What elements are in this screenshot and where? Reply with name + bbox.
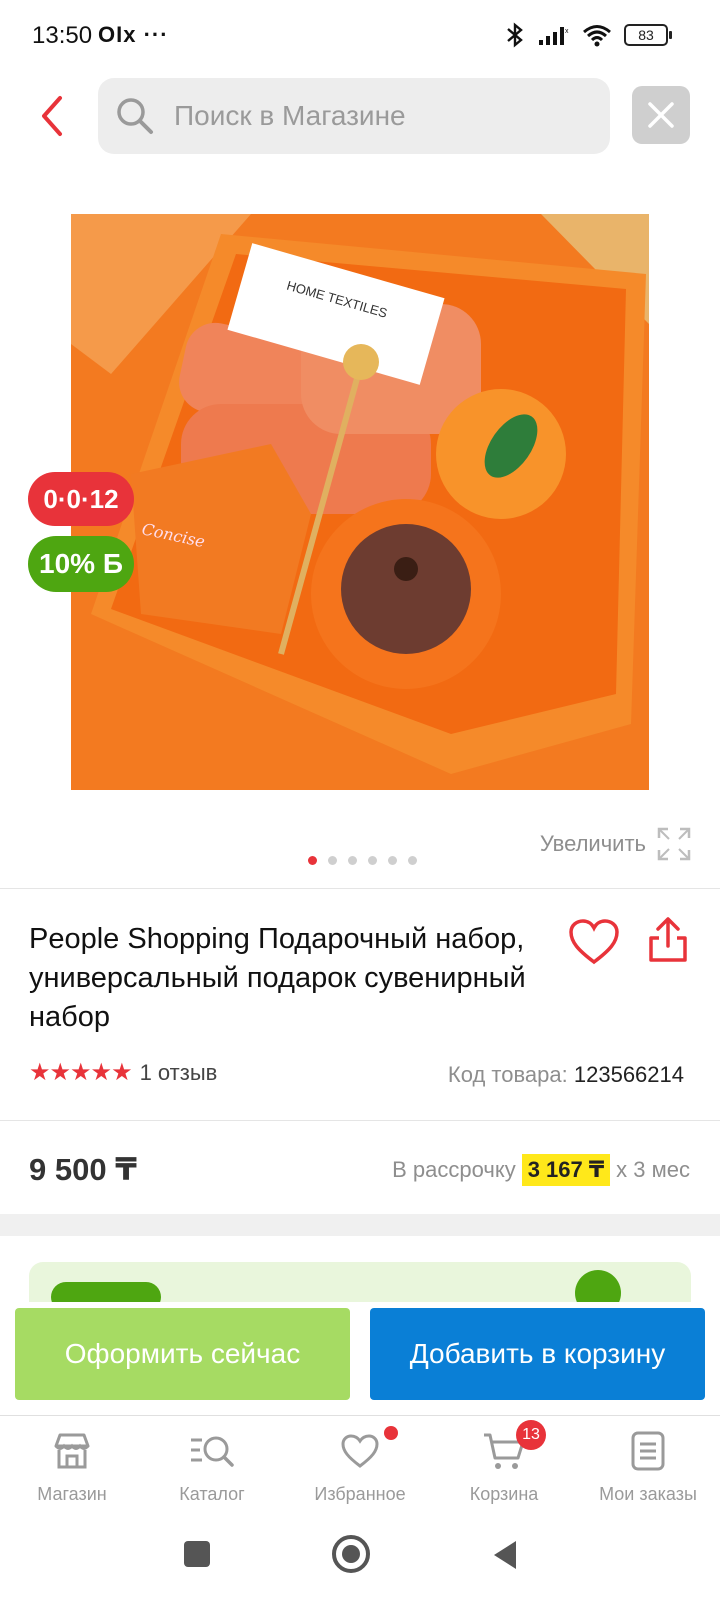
- heart-icon: [341, 1434, 379, 1468]
- nav-label: Корзина: [469, 1484, 539, 1504]
- favorites-notification-dot: [384, 1426, 398, 1440]
- search-input[interactable]: [174, 100, 574, 132]
- recent-apps-button[interactable]: [184, 1541, 210, 1567]
- installment-info[interactable]: В рассрочку 3 167 ₸ х 3 мес: [392, 1154, 690, 1186]
- battery-indicator: 83: [624, 24, 672, 46]
- promo-banner[interactable]: [29, 1262, 691, 1302]
- share-button[interactable]: [646, 916, 690, 964]
- add-to-cart-button[interactable]: Добавить в корзину: [370, 1308, 705, 1400]
- store-icon: [54, 1433, 90, 1469]
- nav-label: Мои заказы: [599, 1484, 697, 1504]
- divider: [0, 888, 720, 889]
- favorite-button[interactable]: [568, 918, 620, 966]
- home-button[interactable]: [332, 1535, 370, 1573]
- back-button[interactable]: [30, 88, 74, 144]
- price: 9 500 ₸: [29, 1152, 137, 1187]
- close-button[interactable]: [632, 86, 690, 144]
- search-icon: [117, 98, 153, 134]
- nav-item-favorites[interactable]: Избранное: [288, 1426, 432, 1505]
- installment-value: 3 167 ₸: [521, 1154, 611, 1186]
- divider: [0, 1120, 720, 1121]
- bottom-nav: Магазин Каталог Избранное 13 Корзина Мои…: [0, 1415, 720, 1525]
- home-icon: [342, 1545, 360, 1563]
- bonus-badge: 10% Б: [28, 536, 134, 592]
- image-pagination: [308, 856, 417, 865]
- promo-pill: [51, 1282, 161, 1302]
- system-navigation: [0, 1525, 720, 1600]
- installment-label: В рассрочку: [392, 1157, 516, 1182]
- product-photo: HOME TEXTILES Concise: [71, 214, 649, 790]
- orders-icon: [631, 1431, 665, 1471]
- notification-icons: OIx ···: [98, 22, 169, 47]
- pagination-dot[interactable]: [328, 856, 337, 865]
- catalog-search-icon: [191, 1436, 234, 1467]
- chevron-left-icon: [42, 96, 62, 136]
- sku-label: Код товара:: [447, 1062, 568, 1087]
- reviews-count: 1 отзыв: [139, 1059, 218, 1085]
- zoom-label: Увеличить: [539, 831, 646, 856]
- pagination-dot[interactable]: [388, 856, 397, 865]
- nav-label: Избранное: [314, 1484, 406, 1504]
- nav-label: Магазин: [37, 1484, 107, 1504]
- sku-info: Код товара: 123566214: [448, 1062, 684, 1088]
- pagination-dot[interactable]: [408, 856, 417, 865]
- share-icon: [649, 917, 687, 962]
- status-time: 13:50: [32, 22, 93, 49]
- expand-icon: [657, 827, 691, 861]
- signal-icon: x: [539, 27, 569, 45]
- heart-icon: [569, 919, 619, 965]
- wifi-icon: [583, 25, 611, 47]
- svg-text:x: x: [565, 28, 569, 35]
- pagination-dot[interactable]: [308, 856, 317, 865]
- rating-row[interactable]: ★★★★★ 1 отзыв: [29, 1058, 217, 1087]
- nav-item-cart[interactable]: 13 Корзина: [432, 1420, 576, 1505]
- nav-label: Каталог: [179, 1484, 245, 1504]
- search-bar[interactable]: [98, 78, 610, 154]
- close-icon: [648, 102, 674, 128]
- pagination-dot[interactable]: [368, 856, 377, 865]
- nav-item-catalog[interactable]: Каталог: [140, 1426, 284, 1505]
- status-bar: 13:50 OIx ··· x 83: [0, 0, 720, 70]
- promo-icon: [575, 1270, 621, 1302]
- zoom-button[interactable]: Увеличить: [540, 826, 692, 862]
- installment-term: х 3 мес: [616, 1157, 690, 1182]
- rating-stars: ★★★★★: [29, 1059, 133, 1086]
- nav-item-orders[interactable]: Мои заказы: [576, 1426, 720, 1505]
- cart-count-badge: 13: [516, 1420, 546, 1450]
- section-separator: [0, 1214, 720, 1236]
- product-title: People Shopping Подарочный набор, универ…: [29, 923, 526, 1033]
- system-back-button[interactable]: [492, 1539, 518, 1571]
- sku-value: 123566214: [573, 1062, 684, 1087]
- pagination-dot[interactable]: [348, 856, 357, 865]
- nav-item-store[interactable]: Магазин: [0, 1426, 144, 1505]
- timer-badge: 0·0·12: [28, 472, 134, 526]
- bluetooth-icon: [507, 22, 523, 48]
- checkout-button[interactable]: Оформить сейчас: [15, 1308, 350, 1400]
- product-image[interactable]: HOME TEXTILES Concise: [71, 214, 649, 790]
